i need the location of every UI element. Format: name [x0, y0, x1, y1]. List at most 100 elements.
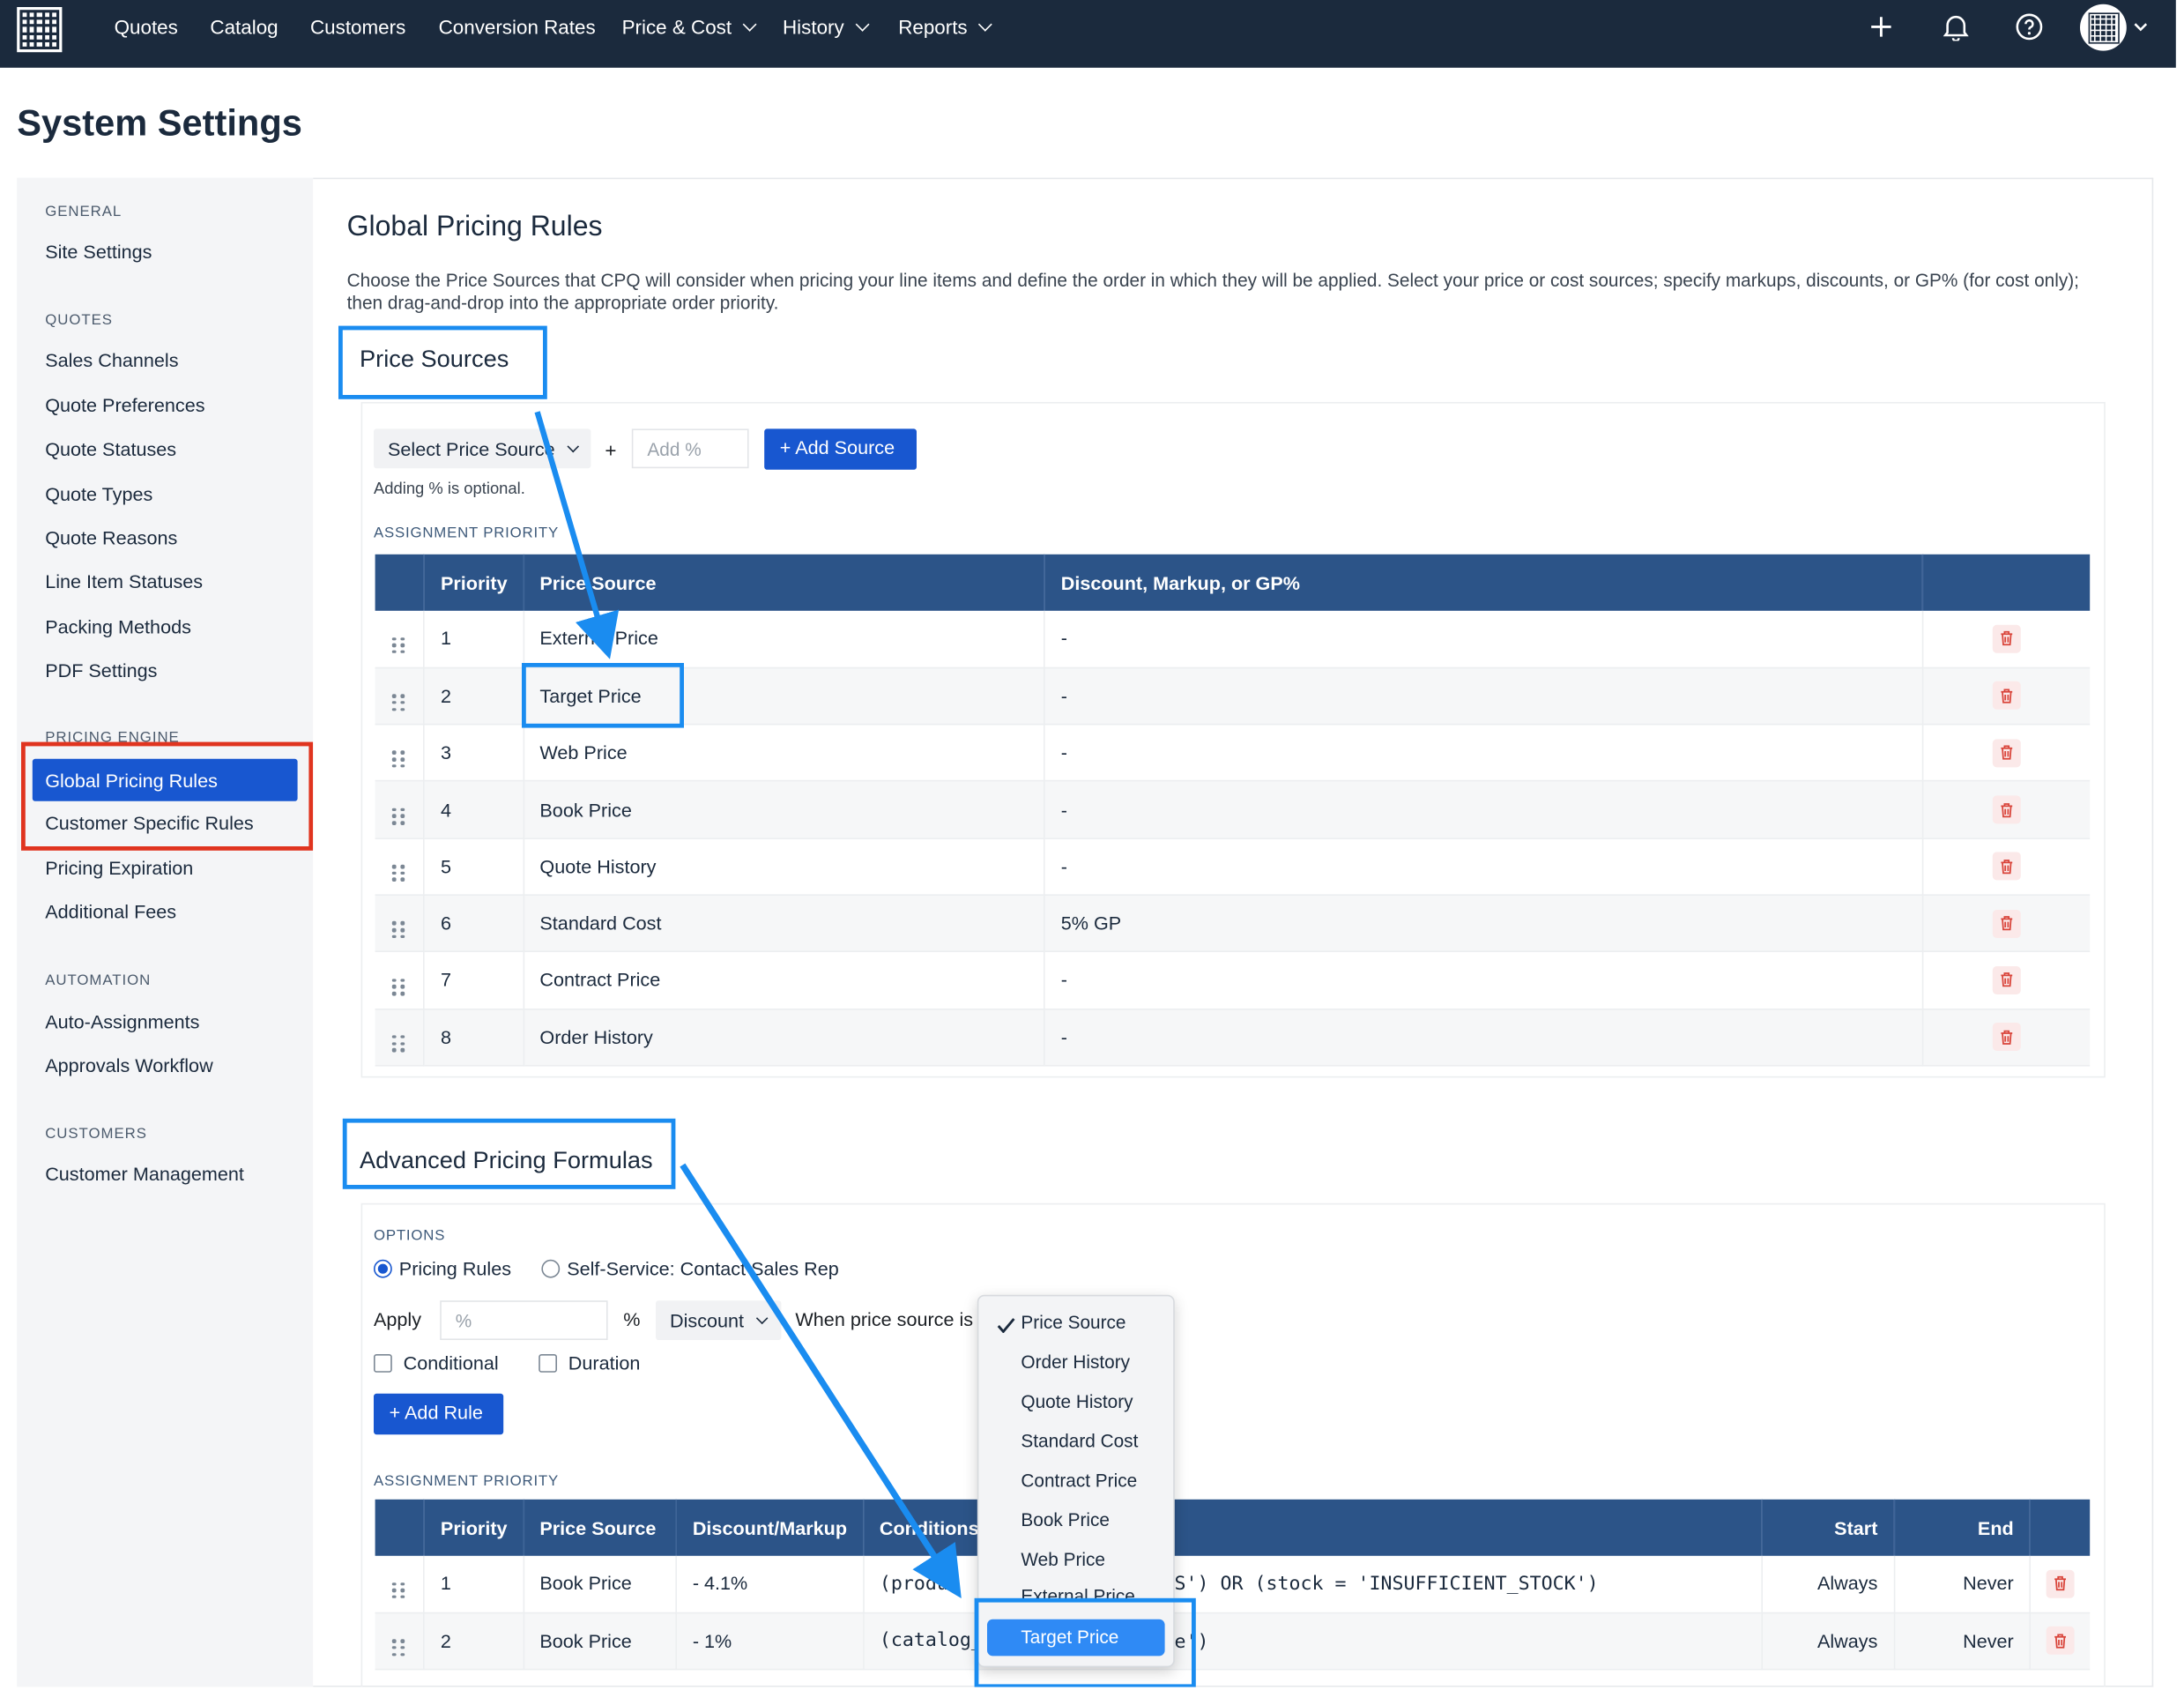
radio-pricing-rules[interactable]: Pricing Rules [374, 1258, 511, 1279]
drag-handle-icon[interactable] [392, 921, 406, 939]
delete-cell[interactable] [1921, 838, 2091, 896]
delete-cell[interactable] [1921, 951, 2091, 1009]
column-header[interactable]: Price Source [524, 554, 1046, 611]
nav-catalog[interactable]: Catalog [210, 0, 278, 54]
nav-history[interactable]: History [783, 0, 869, 54]
drag-handle-icon[interactable] [392, 1639, 406, 1657]
sidebar-item-site-settings[interactable]: Site Settings [45, 242, 152, 263]
sidebar-item-quote-preferences[interactable]: Quote Preferences [45, 395, 204, 416]
table-row[interactable]: 8 Order History - [375, 1009, 2091, 1067]
checkbox-conditional[interactable]: Conditional [374, 1352, 499, 1374]
dropdown-option-order-history[interactable]: Order History [1021, 1351, 1130, 1373]
delete-cell[interactable] [1921, 895, 2091, 953]
drag-cell[interactable] [375, 1612, 426, 1671]
trash-icon[interactable] [1992, 738, 2021, 767]
trash-icon[interactable] [1992, 681, 2021, 711]
drag-handle-icon[interactable] [392, 637, 406, 654]
column-header[interactable]: Priority [424, 1499, 524, 1556]
table-row[interactable]: 5 Quote History - [375, 838, 2091, 896]
sidebar-item-approvals-workflow[interactable]: Approvals Workflow [45, 1055, 212, 1076]
nav-conversion-rates[interactable]: Conversion Rates [439, 0, 596, 54]
delete-cell[interactable] [1921, 610, 2091, 669]
add-source-button[interactable]: + Add Source [764, 428, 917, 470]
dropdown-option-price-source[interactable]: Price Source [1021, 1312, 1125, 1333]
help-icon[interactable] [2014, 11, 2045, 42]
delete-cell[interactable] [2030, 1555, 2091, 1614]
drag-cell[interactable] [375, 781, 426, 839]
delete-cell[interactable] [1921, 667, 2091, 726]
drag-handle-icon[interactable] [392, 1035, 406, 1053]
sidebar-item-pricing-expiration[interactable]: Pricing Expiration [45, 858, 193, 879]
sidebar-item-sales-channels[interactable]: Sales Channels [45, 350, 178, 371]
dropdown-option-quote-history[interactable]: Quote History [1021, 1391, 1133, 1412]
trash-icon[interactable] [1992, 624, 2021, 653]
dropdown-option-contract-price[interactable]: Contract Price [1021, 1470, 1137, 1491]
sidebar-item-quote-types[interactable]: Quote Types [45, 484, 152, 505]
nav-reports[interactable]: Reports [898, 0, 992, 54]
drag-cell[interactable] [375, 1009, 426, 1067]
delete-cell[interactable] [1921, 1009, 2091, 1067]
bell-icon[interactable] [1941, 11, 1972, 42]
table-row[interactable]: 1 External Price - [375, 610, 2091, 669]
trash-icon[interactable] [1992, 965, 2021, 994]
trash-icon[interactable] [1992, 1023, 2021, 1052]
drag-handle-icon[interactable] [392, 864, 406, 882]
delete-cell[interactable] [2030, 1612, 2091, 1671]
trash-icon[interactable] [1992, 909, 2021, 938]
dropdown-option-book-price[interactable]: Book Price [1021, 1509, 1110, 1530]
app-logo[interactable] [17, 7, 63, 53]
table-row[interactable]: 7 Contract Price - [375, 951, 2091, 1009]
table-row[interactable]: 4 Book Price - [375, 781, 2091, 839]
plus-icon[interactable] [1866, 11, 1897, 42]
sidebar-item-auto-assignments[interactable]: Auto-Assignments [45, 1011, 199, 1032]
delete-cell[interactable] [1921, 781, 2091, 839]
nav-quotes[interactable]: Quotes [115, 0, 178, 54]
add-percent-input[interactable]: Add % [631, 428, 749, 469]
sidebar-item-additional-fees[interactable]: Additional Fees [45, 901, 176, 922]
column-header[interactable]: Discount/Markup [676, 1499, 865, 1556]
nav-price-cost[interactable]: Price & Cost [622, 0, 757, 54]
drag-cell[interactable] [375, 724, 426, 783]
table-row[interactable]: 2 Book Price - 1% (catalog_ ue') Always Never [375, 1612, 2091, 1671]
table-row[interactable]: 6 Standard Cost 5% GP [375, 895, 2091, 953]
drag-handle-icon[interactable] [392, 750, 406, 768]
avatar[interactable] [2080, 4, 2127, 51]
drag-cell[interactable] [375, 667, 426, 726]
drag-cell[interactable] [375, 895, 426, 953]
column-header[interactable]: End [1893, 1499, 2031, 1556]
sidebar-item-quote-reasons[interactable]: Quote Reasons [45, 527, 177, 548]
drag-cell[interactable] [375, 1555, 426, 1614]
dropdown-option-web-price[interactable]: Web Price [1021, 1549, 1105, 1570]
delete-cell[interactable] [1921, 724, 2091, 783]
trash-icon[interactable] [2046, 1627, 2075, 1656]
drag-handle-icon[interactable] [392, 808, 406, 825]
checkbox-duration[interactable]: Duration [539, 1352, 640, 1374]
price-source-select[interactable]: Select Price Source [374, 428, 591, 469]
discount-select[interactable]: Discount [656, 1300, 782, 1340]
column-header[interactable]: Price Source [523, 1499, 678, 1556]
drag-handle-icon[interactable] [392, 694, 406, 711]
drag-cell[interactable] [375, 838, 426, 896]
dropdown-option-standard-cost[interactable]: Standard Cost [1021, 1430, 1138, 1451]
table-row[interactable]: 1 Book Price - 4.1% (produ ES') OR (stock = … [375, 1555, 2091, 1614]
chevron-down-icon[interactable] [2131, 11, 2151, 42]
trash-icon[interactable] [1992, 795, 2021, 824]
percent-input[interactable]: % [440, 1300, 608, 1340]
drag-handle-icon[interactable] [392, 978, 406, 995]
sidebar-item-quote-statuses[interactable]: Quote Statuses [45, 439, 176, 460]
sidebar-item-packing-methods[interactable]: Packing Methods [45, 616, 191, 637]
column-header[interactable]: Discount, Markup, or GP% [1044, 554, 1923, 611]
add-rule-button[interactable]: + Add Rule [374, 1393, 504, 1435]
nav-customers[interactable]: Customers [310, 0, 405, 54]
trash-icon[interactable] [1992, 852, 2021, 881]
sidebar-item-line-item-statuses[interactable]: Line Item Statuses [45, 571, 203, 592]
sidebar-item-customer-management[interactable]: Customer Management [45, 1164, 244, 1185]
drag-cell[interactable] [375, 610, 426, 669]
column-header[interactable]: Start [1762, 1499, 1895, 1556]
table-row[interactable]: 3 Web Price - [375, 724, 2091, 783]
drag-cell[interactable] [375, 951, 426, 1009]
radio-self-service[interactable]: Self-Service: Contact Sales Rep [541, 1258, 839, 1279]
sidebar-item-pdf-settings[interactable]: PDF Settings [45, 660, 157, 681]
trash-icon[interactable] [2046, 1569, 2075, 1598]
drag-handle-icon[interactable] [392, 1582, 406, 1599]
